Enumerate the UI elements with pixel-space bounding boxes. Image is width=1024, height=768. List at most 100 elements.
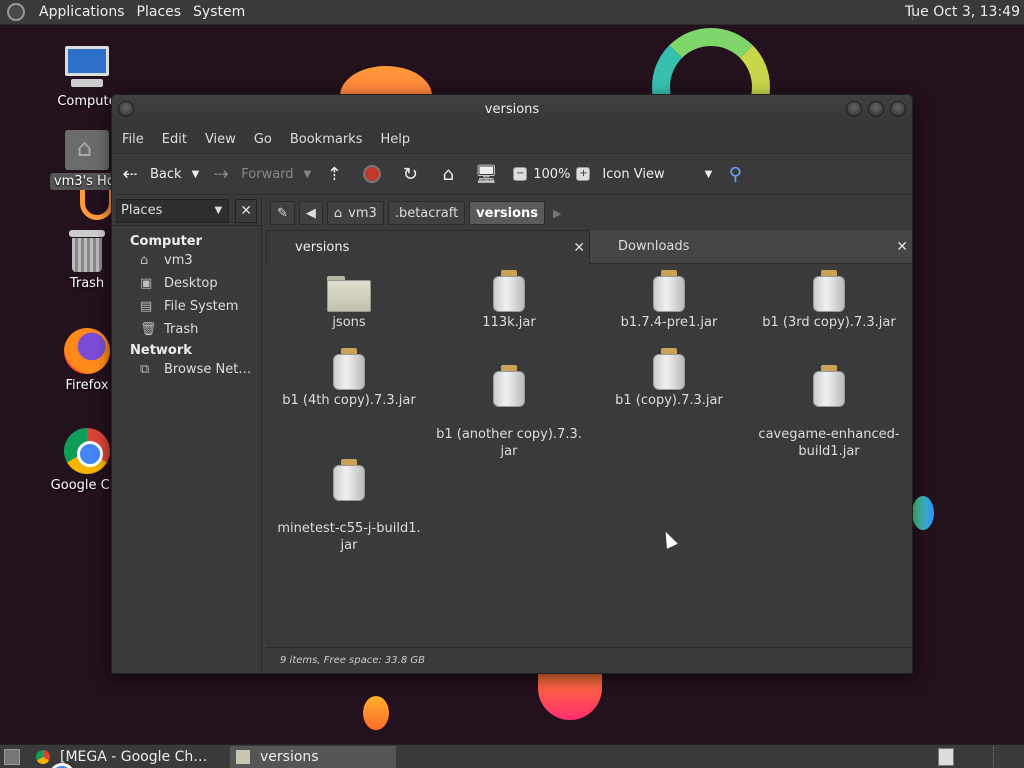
sidebar-item-label: Trash bbox=[164, 322, 199, 337]
file-name: b1 (another copy).7.3. jar bbox=[436, 427, 582, 459]
sidebar-item-desktop[interactable]: ▣ Desktop bbox=[112, 272, 261, 295]
computer-icon[interactable]: 🖥 bbox=[475, 163, 498, 185]
back-arrow-icon: ⇠ bbox=[122, 163, 138, 185]
wallpaper-shape bbox=[363, 696, 389, 730]
folder-icon bbox=[236, 749, 250, 764]
applications-menu[interactable]: Applications bbox=[33, 4, 131, 20]
sidebar-section-network: Network bbox=[130, 343, 192, 358]
close-button[interactable] bbox=[890, 101, 906, 117]
forward-history-dropdown[interactable]: ▼ bbox=[304, 169, 312, 180]
file-name: cavegame-enhanced- build1.jar bbox=[758, 427, 900, 459]
sidebar-selector[interactable]: Places ▼ bbox=[116, 198, 230, 223]
home-icon: ⌂ bbox=[333, 205, 343, 221]
view-mode-select[interactable]: Icon View ▼ bbox=[602, 167, 712, 182]
jar-file-icon bbox=[493, 365, 525, 407]
toolbar: ⇠ Back ▼ ⇢ Forward ▼ ⇡ ↻ ⌂ 🖥 − 100% + Ic… bbox=[112, 153, 912, 195]
sidebar-item-browse-network[interactable]: ⧉ Browse Net… bbox=[112, 358, 261, 381]
distro-logo-icon[interactable] bbox=[7, 3, 25, 21]
file-name: 113k.jar bbox=[482, 315, 536, 330]
path-segment-versions[interactable]: versions bbox=[469, 201, 545, 225]
stop-icon bbox=[363, 165, 382, 183]
main-pane: ✎ ◀ ⌂ vm3 .betacraft versions ▶ versions… bbox=[266, 196, 912, 673]
window-body: Places ▼ ✕ Computer ⌂ vm3 ▣ Desktop ▤ Fi… bbox=[112, 196, 912, 673]
file-item[interactable]: cavegame-enhanced- build1.jar bbox=[754, 348, 904, 477]
menu-bookmarks[interactable]: Bookmarks bbox=[284, 132, 369, 147]
file-item[interactable]: 113k.jar bbox=[434, 270, 584, 331]
sidebar-item-trash[interactable]: 🗑 Trash bbox=[112, 318, 261, 341]
stop-button[interactable] bbox=[361, 163, 383, 185]
workspace-switcher[interactable] bbox=[938, 748, 954, 766]
trash-icon: 🗑 bbox=[140, 322, 157, 337]
drive-icon: ▤ bbox=[140, 299, 153, 314]
home-icon: ⌂ bbox=[140, 253, 149, 268]
minimize-button[interactable] bbox=[846, 101, 862, 117]
jar-file-icon bbox=[813, 270, 845, 312]
file-name: minetest-c55-j-build1. jar bbox=[277, 521, 421, 553]
sidebar-item-label: vm3 bbox=[164, 253, 193, 268]
path-segment-vm3[interactable]: ⌂ vm3 bbox=[326, 201, 384, 225]
titlebar[interactable]: versions bbox=[112, 95, 912, 125]
forward-button[interactable]: ⇢ Forward ▼ bbox=[211, 164, 312, 185]
chrome-icon bbox=[64, 428, 110, 474]
back-history-dropdown[interactable]: ▼ bbox=[192, 169, 200, 180]
menu-view[interactable]: View bbox=[199, 132, 242, 147]
sidebar-item-file-system[interactable]: ▤ File System bbox=[112, 295, 261, 318]
tab-downloads[interactable]: Downloads ✕ bbox=[590, 230, 912, 264]
location-edit-button[interactable]: ✎ bbox=[270, 201, 295, 225]
path-scroll-left-button[interactable]: ◀ bbox=[298, 201, 323, 225]
jar-file-icon bbox=[493, 270, 525, 312]
path-scroll-right-button[interactable]: ▶ bbox=[553, 207, 561, 220]
places-menu[interactable]: Places bbox=[131, 4, 188, 20]
file-item[interactable]: jsons bbox=[274, 274, 424, 331]
maximize-button[interactable] bbox=[868, 101, 884, 117]
menubar: File Edit View Go Bookmarks Help bbox=[112, 125, 912, 153]
chevron-left-icon: ◀ bbox=[305, 205, 316, 221]
taskbar-item-versions[interactable]: versions bbox=[230, 745, 396, 768]
show-desktop-button[interactable] bbox=[4, 748, 20, 765]
sidebar-item-label: File System bbox=[164, 299, 239, 314]
tab-versions[interactable]: versions ✕ bbox=[266, 230, 590, 264]
panel-separator bbox=[993, 747, 994, 767]
menu-edit[interactable]: Edit bbox=[156, 132, 193, 147]
file-item[interactable]: b1.7.4-pre1.jar bbox=[594, 270, 744, 331]
system-menu[interactable]: System bbox=[187, 4, 251, 20]
chevron-down-icon: ▼ bbox=[704, 168, 713, 180]
close-icon[interactable]: ✕ bbox=[896, 239, 908, 255]
zoom-out-button[interactable]: − bbox=[513, 167, 528, 181]
clock[interactable]: Tue Oct 3, 13:49 bbox=[905, 4, 1020, 20]
path-segment-label: vm3 bbox=[348, 205, 377, 221]
back-label: Back bbox=[150, 166, 182, 182]
forward-label: Forward bbox=[241, 166, 294, 182]
file-item[interactable]: b1 (another copy).7.3. jar bbox=[434, 348, 584, 477]
file-item[interactable]: b1 (copy).7.3.jar bbox=[594, 348, 744, 409]
status-text: 9 items, Free space: 33.8 GB bbox=[280, 655, 425, 666]
file-name: b1 (4th copy).7.3.jar bbox=[282, 393, 416, 408]
menu-help[interactable]: Help bbox=[374, 132, 416, 147]
firefox-icon bbox=[64, 328, 110, 374]
chrome-icon bbox=[36, 749, 75, 768]
pencil-icon: ✎ bbox=[277, 205, 288, 221]
menu-file[interactable]: File bbox=[116, 132, 150, 147]
sidebar-close-button[interactable]: ✕ bbox=[235, 198, 257, 223]
sidebar-item-vm3[interactable]: ⌂ vm3 bbox=[112, 249, 261, 272]
reload-icon[interactable]: ↻ bbox=[399, 163, 421, 185]
menu-go[interactable]: Go bbox=[248, 132, 278, 147]
sidebar: Places ▼ ✕ Computer ⌂ vm3 ▣ Desktop ▤ Fi… bbox=[112, 196, 262, 673]
home-icon[interactable]: ⌂ bbox=[437, 163, 459, 185]
search-icon[interactable]: ⚲ bbox=[724, 163, 746, 185]
wallpaper-shape bbox=[538, 672, 602, 720]
top-panel: Applications Places System Tue Oct 3, 13… bbox=[0, 0, 1024, 25]
zoom-in-button[interactable]: + bbox=[576, 167, 591, 181]
file-item[interactable]: minetest-c55-j-build1. jar bbox=[274, 442, 424, 571]
taskbar-item-label: [MEGA - Google Ch… bbox=[60, 748, 208, 765]
file-item[interactable]: b1 (4th copy).7.3.jar bbox=[274, 348, 424, 409]
file-name: b1 (copy).7.3.jar bbox=[615, 393, 723, 408]
zoom-level[interactable]: 100% bbox=[533, 167, 570, 182]
taskbar-item-chrome[interactable]: [MEGA - Google Ch… bbox=[30, 746, 230, 768]
path-segment-betacraft[interactable]: .betacraft bbox=[387, 201, 466, 225]
back-button[interactable]: ⇠ Back ▼ bbox=[120, 164, 199, 185]
jar-file-icon bbox=[653, 348, 685, 390]
close-icon[interactable]: ✕ bbox=[573, 240, 585, 256]
file-item[interactable]: b1 (3rd copy).7.3.jar bbox=[754, 270, 904, 331]
up-icon[interactable]: ⇡ bbox=[323, 163, 345, 185]
